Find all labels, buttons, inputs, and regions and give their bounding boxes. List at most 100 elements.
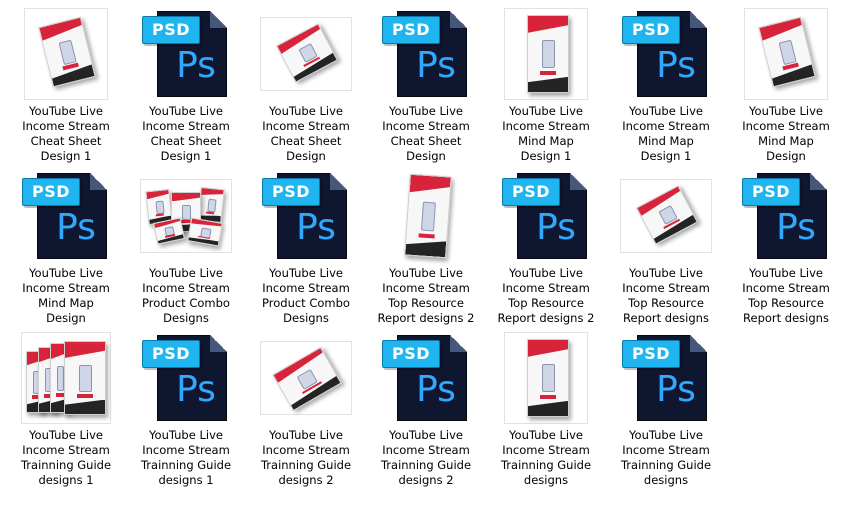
ps-logo: Ps [56,207,96,248]
file-name-label: YouTube Live Income Stream Cheat Sheet Desi… [247,104,365,164]
file-item-image[interactable]: YouTube Live Income Stream Top Resource Rep… [366,170,486,332]
psd-file-corner-fold [210,335,227,352]
file-thumbnail: PSD Ps [726,170,846,262]
cover-phone-graphic [207,198,217,213]
file-name-line: Income Stream [502,443,590,457]
file-item-psd[interactable]: PSD Ps YouTube Live Income Stream Mind Map De… [6,170,126,332]
psd-file-corner-fold [210,11,227,28]
ps-logo: Ps [656,369,696,410]
psd-file-corner-fold [90,173,107,190]
file-name-label: YouTube Live Income Stream Cheat Sheet Desi… [7,104,125,164]
file-thumbnail: PSD Ps [606,332,726,424]
file-name-line: Designs [163,311,209,325]
cover-thumbnail-image [140,179,232,253]
file-name-line: Design 1 [640,149,692,163]
file-item-image[interactable]: YouTube Live Income Stream Mind Map Design … [486,8,606,170]
file-name-line: YouTube Live [149,428,223,442]
file-name-line: YouTube Live [389,266,463,280]
file-item-image[interactable]: YouTube Live Income Stream Trainning Guide… [486,332,606,494]
file-name-label: YouTube Live Income Stream Trainning Guide… [127,428,245,488]
file-name-line: Income Stream [262,119,350,133]
cover-phone-graphic [58,39,77,65]
file-thumbnail [126,170,246,262]
file-item-image[interactable]: YouTube Live Income Stream Mind Map Design [726,8,846,170]
cover-bottom-band [528,400,568,416]
file-name-line: Cheat Sheet [270,134,342,148]
file-name-line: Income Stream [742,119,830,133]
cover-page [404,173,452,259]
cover-page [38,16,96,88]
cover-thumbnail-image [744,8,828,100]
file-item-psd[interactable]: PSD Ps YouTube Live Income Stream Cheat Shee… [126,8,246,170]
cover-top-band [759,18,803,41]
cover-page [635,185,699,245]
file-name-label: YouTube Live Income Stream Top Resource Rep… [727,266,845,326]
file-thumbnail [486,8,606,100]
psd-badge: PSD [622,16,680,44]
file-thumbnail: PSD Ps [606,8,726,100]
file-name-label: YouTube Live Income Stream Mind Map Design [727,104,845,164]
file-item-psd[interactable]: PSD Ps YouTube Live Income Stream Trainning … [606,332,726,494]
file-name-line: Income Stream [382,281,470,295]
file-name-line: Income Stream [382,443,470,457]
psd-badge: PSD [622,340,680,368]
file-name-line: Top Resource [388,296,464,310]
file-name-line: Trainning Guide [20,458,112,472]
file-item-image[interactable]: YouTube Live Income Stream Product Combo De… [126,170,246,332]
file-name-line: YouTube Live [269,266,343,280]
file-item-psd[interactable]: PSD Ps YouTube Live Income Stream Product Co… [246,170,366,332]
ps-logo: Ps [656,45,696,86]
file-name-line: Mind Map [758,134,814,148]
cover-thumbnail-image [24,8,108,100]
file-name-line: Cheat Sheet [30,134,102,148]
file-item-psd[interactable]: PSD Ps YouTube Live Income Stream Top Resour… [726,170,846,332]
file-item-image[interactable]: YouTube Live Income Stream Cheat Sheet Desi… [6,8,126,170]
file-thumbnail [726,8,846,100]
file-item-image[interactable]: YouTube Live Income Stream Top Resource Rep… [606,170,726,332]
ps-logo: Ps [776,207,816,248]
file-name-label: YouTube Live Income Stream Cheat Sheet Desi… [127,104,245,164]
cover-thumbnail-image [620,179,712,253]
file-item-psd[interactable]: PSD Ps YouTube Live Income Stream Mind Map De… [606,8,726,170]
file-name-label: YouTube Live Income Stream Top Resource Rep… [487,266,605,326]
file-item-psd[interactable]: PSD Ps YouTube Live Income Stream Trainning … [126,332,246,494]
file-thumbnail: PSD Ps [246,170,366,262]
cover-phone-graphic [778,39,797,65]
file-item-psd[interactable]: PSD Ps YouTube Live Income Stream Cheat Shee… [366,8,486,170]
file-name-line: YouTube Live [509,266,583,280]
file-name-line: designs 2 [398,473,454,487]
psd-file-icon: PSD Ps [142,334,230,422]
ps-logo: Ps [176,369,216,410]
file-item-image[interactable]: YouTube Live Income Stream Trainning Guide… [6,332,126,494]
cover-red-bar [155,213,165,217]
psd-file-icon: PSD Ps [742,172,830,260]
file-name-line: Report designs [743,311,829,325]
file-name-line: YouTube Live [629,266,703,280]
file-thumbnail: PSD Ps [126,332,246,424]
box-front [64,341,106,415]
file-item-psd[interactable]: PSD Ps YouTube Live Income Stream Trainning … [366,332,486,494]
file-item-image[interactable]: YouTube Live Income Stream Cheat Sheet Desi… [246,8,366,170]
file-item-image[interactable]: YouTube Live Income Stream Trainning Guide… [246,332,366,494]
file-name-line: designs 1 [38,473,94,487]
file-name-line: Top Resource [508,296,584,310]
cover-red-bar [205,211,215,215]
file-name-line: YouTube Live [389,428,463,442]
file-item-psd[interactable]: PSD Ps YouTube Live Income Stream Top Resour… [486,170,606,332]
cover-top-band [528,16,568,33]
file-name-line: Income Stream [262,281,350,295]
file-name-line: Designs [283,311,329,325]
psd-badge: PSD [142,340,200,368]
file-name-line: YouTube Live [509,428,583,442]
cover-red-bar [540,394,556,400]
file-name-label: YouTube Live Income Stream Trainning Guide… [7,428,125,488]
file-name-line: designs [523,473,569,487]
cover-page [527,339,569,417]
file-name-label: YouTube Live Income Stream Top Resource Rep… [367,266,485,326]
file-name-line: Design [406,149,446,163]
file-name-line: Design [46,311,86,325]
cover-red-bar [56,392,64,398]
file-name-line: Income Stream [622,119,710,133]
file-thumbnail: PSD Ps [366,8,486,100]
psd-file-icon: PSD Ps [622,334,710,422]
